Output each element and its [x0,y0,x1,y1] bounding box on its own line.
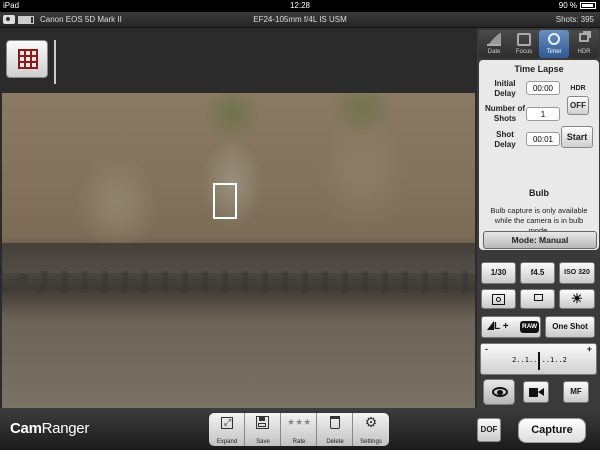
live-view-image [2,243,475,273]
battery-percent: 90 % [558,1,577,10]
delete-button[interactable]: Delete [317,413,353,446]
live-view-toggle-button[interactable] [483,379,515,405]
camera-info-bar: Canon EOS 5D Mark II EF24-105mm f/4L IS … [0,12,600,28]
metering-icon [492,294,505,305]
sun-icon: ☀ [571,291,583,306]
trash-icon [330,416,340,429]
grid-icon [18,49,38,69]
tab-hdr[interactable]: HDR [569,30,599,58]
gear-icon: ⚙ [364,414,378,430]
dof-button[interactable]: DOF [477,418,501,442]
gallery-button[interactable] [6,40,48,78]
time-lapse-title: Time Lapse [514,64,564,74]
date-icon [487,33,501,46]
focus-icon [517,33,531,46]
eye-icon [492,387,508,397]
battery-status: 90 % [559,0,596,12]
clock: 12:28 [289,1,311,10]
battery-icon [580,2,596,9]
rate-button[interactable]: ★★★ Rate [281,413,317,446]
shot-delay-label: Shot Delay [494,130,516,149]
metering-button[interactable] [481,289,516,309]
video-camera-icon [529,388,538,397]
ios-status-bar: iPad 12:28 90 % [0,0,600,12]
timer-icon [548,33,560,45]
ev-minus: - [485,344,488,354]
ev-plus: + [586,344,592,354]
raw-badge: RAW [520,321,540,333]
exposure-scale[interactable]: - + 2..1..:..1..2 [480,343,597,375]
image-tools: ⤢ Expand Save ★★★ Rate Delete ⚙ Settings [209,413,389,446]
mode-button[interactable]: Mode: Manual [483,231,597,249]
hdr-label: HDR [570,85,586,92]
aperture-button[interactable]: f4.5 [520,262,555,284]
focus-box[interactable] [213,183,237,219]
bottom-toolbar: CamRanger ⤢ Expand Save ★★★ Rate Delete … [0,408,600,450]
bulb-title: Bulb [529,188,549,198]
save-icon [256,416,269,429]
tab-timer[interactable]: Timer [539,30,569,58]
live-view[interactable] [2,93,475,408]
initial-delay-field[interactable]: 00:00 [526,81,560,95]
save-button[interactable]: Save [245,413,281,446]
expand-button[interactable]: ⤢ Expand [209,413,245,446]
focus-mode-button[interactable]: MF [563,381,589,403]
shots-remaining: Shots: 395 [555,15,594,24]
quality-icon: L + [487,321,509,333]
capture-button[interactable]: Capture [518,418,586,443]
af-point-button[interactable] [520,289,555,309]
video-button[interactable] [523,381,549,403]
ev-indicator [538,352,540,370]
tab-focus[interactable]: Focus [509,30,539,58]
shot-delay-field[interactable]: 00:01 [526,132,560,146]
hdr-toggle[interactable]: OFF [567,96,589,115]
expand-icon: ⤢ [221,417,233,429]
timer-panel: Time Lapse Initial Delay 00:00 Number of… [479,60,599,250]
drive-mode-button[interactable]: One Shot [545,316,595,338]
af-point-icon [534,294,543,301]
number-of-shots-label: Number of Shots [485,104,525,123]
toolbar-divider [54,40,56,84]
number-of-shots-field[interactable]: 1 [526,107,560,121]
initial-delay-label: Initial Delay [494,79,516,98]
shutter-speed-button[interactable]: 1/30 [481,262,516,284]
image-quality-button[interactable]: L + RAW [481,316,541,338]
rate-stars-icon: ★★★ [287,417,312,427]
iso-button[interactable]: ISO 320 [559,262,595,284]
lens-name: EF24-105mm f/4L IS USM [253,15,347,24]
hdr-icon [579,33,589,42]
camranger-logo: CamRanger [10,420,90,437]
control-panel: Date Focus Timer HDR Time Lapse Initial … [477,28,600,408]
tab-date[interactable]: Date [479,30,509,58]
start-button[interactable]: Start [561,126,593,148]
white-balance-button[interactable]: ☀ [559,289,595,309]
settings-button[interactable]: ⚙ Settings [353,413,389,446]
panel-tabs: Date Focus Timer HDR [479,30,599,58]
